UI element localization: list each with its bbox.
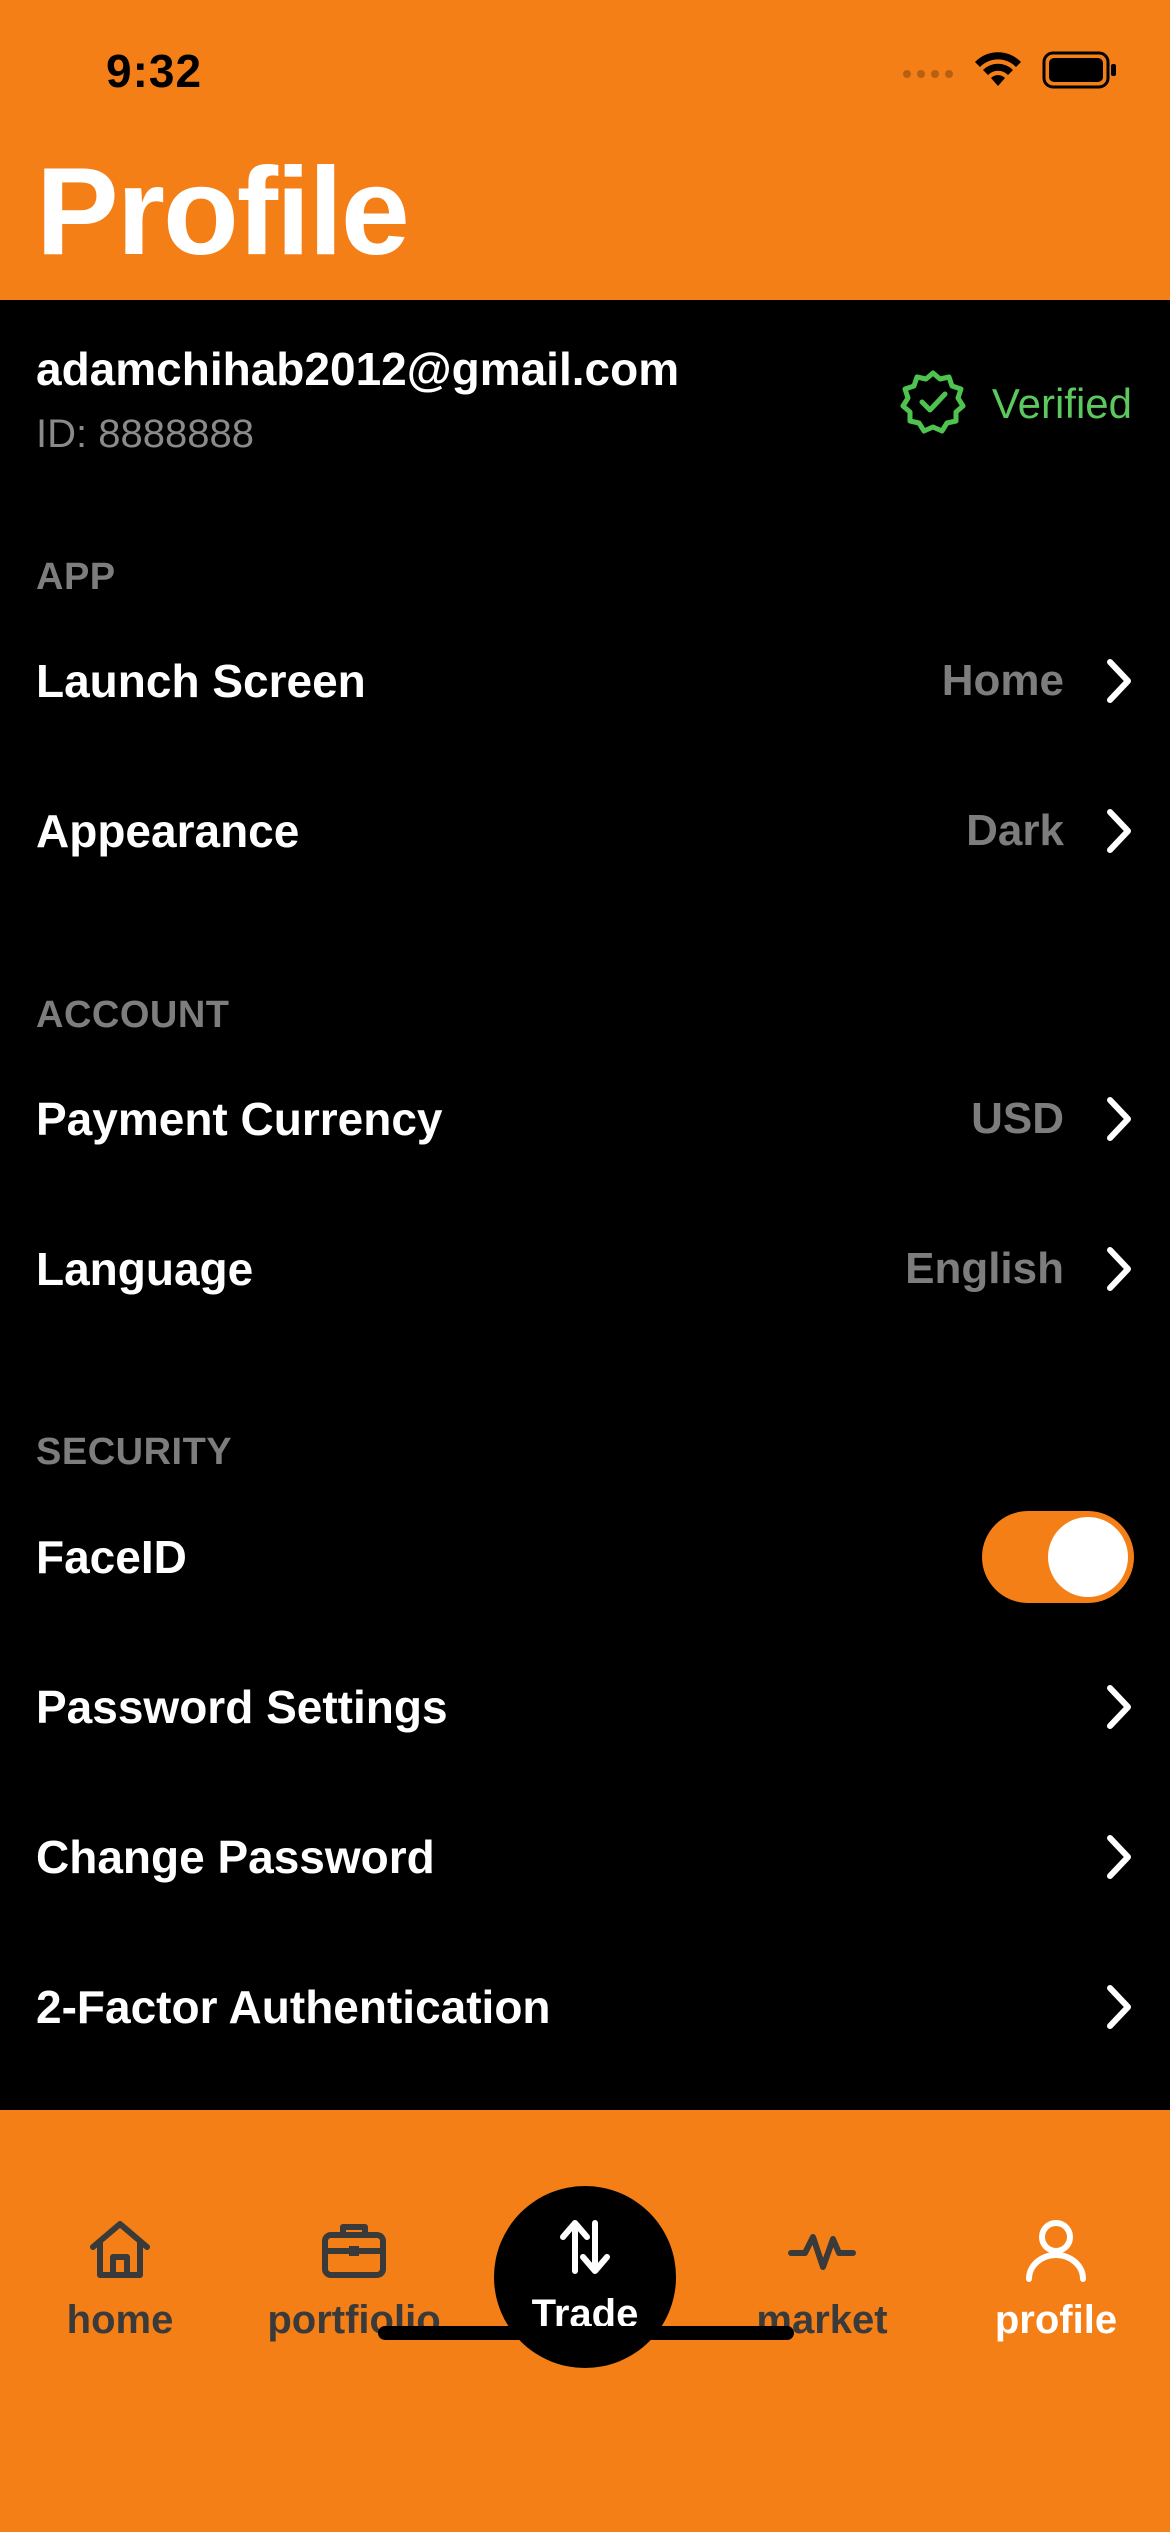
- launch-screen-value: Home: [941, 656, 1064, 705]
- change-password-label: Change Password: [36, 1831, 435, 1883]
- faceid-toggle[interactable]: [982, 1511, 1134, 1603]
- verified-check-icon: [900, 368, 966, 439]
- trade-button[interactable]: Trade: [494, 2186, 676, 2368]
- chevron-right-icon: [1104, 1244, 1134, 1294]
- section-label-app: APP: [36, 556, 116, 598]
- signal-icon: [902, 60, 954, 85]
- home-indicator: [378, 2326, 794, 2340]
- status-icons: [902, 50, 1118, 95]
- appearance-value: Dark: [966, 806, 1064, 855]
- language-value: English: [905, 1244, 1064, 1293]
- account-summary: adamchihab2012@gmail.com ID: 8888888 Ver…: [0, 300, 1170, 480]
- wifi-icon: [972, 50, 1024, 95]
- page-title: Profile: [36, 143, 410, 281]
- toggle-knob: [1048, 1517, 1128, 1597]
- activity-icon: [787, 2210, 857, 2290]
- appearance-row[interactable]: Appearance Dark: [0, 756, 1170, 906]
- tab-home[interactable]: home: [10, 2210, 230, 2343]
- faceid-label: FaceID: [36, 1531, 187, 1583]
- account-email: adamchihab2012@gmail.com: [36, 343, 680, 395]
- tab-bar: home portfiolio Trade market profile: [0, 2110, 1170, 2532]
- chevron-right-icon: [1104, 656, 1134, 706]
- briefcase-icon: [319, 2210, 389, 2290]
- section-label-security: SECURITY: [36, 1431, 233, 1473]
- language-label: Language: [36, 1243, 254, 1295]
- home-icon: [85, 2210, 155, 2290]
- tab-profile[interactable]: profile: [946, 2210, 1166, 2343]
- chevron-right-icon: [1104, 1982, 1134, 2032]
- two-factor-auth-row[interactable]: 2-Factor Authentication: [0, 1932, 1170, 2082]
- payment-currency-row[interactable]: Payment Currency USD: [0, 1044, 1170, 1194]
- appearance-label: Appearance: [36, 805, 300, 857]
- chevron-right-icon: [1104, 806, 1134, 856]
- tab-profile-label: profile: [994, 2298, 1118, 2342]
- chevron-right-icon: [1104, 1682, 1134, 1732]
- section-label-account: ACCOUNT: [36, 994, 230, 1036]
- change-password-row[interactable]: Change Password: [0, 1782, 1170, 1932]
- tab-home-label: home: [66, 2298, 174, 2342]
- user-icon: [1021, 2210, 1091, 2290]
- header: 9:32 Profile: [0, 0, 1170, 300]
- launch-screen-label: Launch Screen: [36, 655, 366, 707]
- tab-portfolio[interactable]: portfiolio: [244, 2210, 464, 2343]
- swap-vertical-icon: [555, 2217, 615, 2282]
- password-settings-label: Password Settings: [36, 1681, 448, 1733]
- chevron-right-icon: [1104, 1094, 1134, 1144]
- status-time: 9:32: [106, 45, 203, 97]
- language-row[interactable]: Language English: [0, 1194, 1170, 1344]
- verified-label: Verified: [991, 379, 1132, 427]
- verified-badge: Verified: [900, 368, 1132, 439]
- payment-currency-label: Payment Currency: [36, 1093, 443, 1145]
- two-factor-auth-label: 2-Factor Authentication: [36, 1981, 551, 2033]
- faceid-row: FaceID: [0, 1482, 1170, 1632]
- password-settings-row[interactable]: Password Settings: [0, 1632, 1170, 1782]
- battery-icon: [1042, 51, 1118, 94]
- chevron-right-icon: [1104, 1832, 1134, 1882]
- tab-market[interactable]: market: [712, 2210, 932, 2343]
- payment-currency-value: USD: [971, 1094, 1064, 1143]
- account-id: ID: 8888888: [36, 412, 254, 456]
- launch-screen-row[interactable]: Launch Screen Home: [0, 606, 1170, 756]
